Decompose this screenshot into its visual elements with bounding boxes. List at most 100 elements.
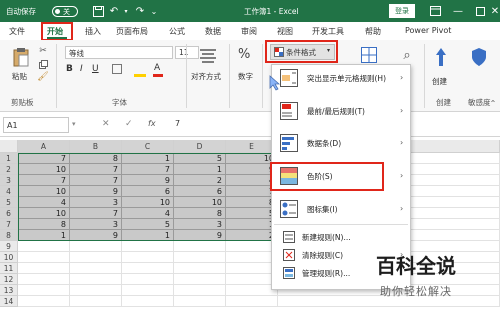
tab-page-layout[interactable]: 页面布局 [116, 26, 148, 37]
percent-icon[interactable]: % [238, 47, 250, 62]
cell[interactable] [226, 296, 278, 307]
cancel-icon[interactable]: ✕ [102, 119, 110, 129]
row-header[interactable]: 11 [0, 263, 18, 274]
cell[interactable] [70, 241, 122, 252]
row-header[interactable]: 1 [0, 153, 18, 164]
tab-data[interactable]: 数据 [205, 26, 221, 37]
menu-item-icon-sets[interactable]: 图标集(I) › [272, 197, 410, 220]
menu-item-top-bottom[interactable]: 最前/最后规则(T) › [272, 99, 410, 122]
row-header[interactable]: 3 [0, 175, 18, 186]
cell[interactable] [122, 285, 174, 296]
font-size-select[interactable]: 11 [175, 46, 199, 59]
cells-icon[interactable] [360, 46, 378, 64]
tab-power-pivot[interactable]: Power Pivot [405, 26, 451, 35]
row-header[interactable]: 7 [0, 219, 18, 230]
alignment-label[interactable]: 对齐方式 [191, 71, 221, 82]
cell[interactable] [122, 263, 174, 274]
alignment-icon[interactable] [198, 46, 218, 66]
manage-rules-icon [283, 267, 295, 279]
row-header[interactable]: 6 [0, 208, 18, 219]
row-header[interactable]: 2 [0, 164, 18, 175]
tab-insert[interactable]: 插入 [85, 26, 101, 37]
redo-icon[interactable]: ↷ [134, 5, 146, 17]
border-icon[interactable] [112, 64, 122, 74]
name-box[interactable]: A1 [3, 117, 69, 133]
name-box-dropdown-icon[interactable]: ▾ [72, 120, 76, 128]
tab-help[interactable]: 帮助 [365, 26, 381, 37]
function-icon[interactable]: fx [148, 119, 156, 128]
cell[interactable] [122, 241, 174, 252]
cell[interactable] [18, 252, 70, 263]
row-header[interactable]: 8 [0, 230, 18, 241]
cell[interactable] [18, 241, 70, 252]
login-button[interactable]: 登录 [389, 4, 415, 18]
minimize-icon[interactable]: — [452, 5, 464, 17]
collapse-ribbon-icon[interactable]: ⌃ [488, 98, 498, 108]
italic-icon[interactable]: I [80, 64, 83, 74]
row-header[interactable]: 9 [0, 241, 18, 252]
row-header[interactable]: 5 [0, 197, 18, 208]
column-header[interactable]: A [18, 140, 70, 153]
format-painter-icon[interactable]: 🖌 [37, 72, 48, 82]
cell[interactable] [18, 296, 70, 307]
create-icon[interactable] [432, 46, 450, 68]
tab-formulas[interactable]: 公式 [169, 26, 185, 37]
paste-icon[interactable] [12, 46, 30, 68]
tab-developer[interactable]: 开发工具 [312, 26, 344, 37]
number-label[interactable]: 数字 [238, 71, 253, 82]
bold-icon[interactable]: B [66, 64, 73, 74]
search-icon[interactable]: ⌕ [398, 46, 416, 64]
cell[interactable] [18, 274, 70, 285]
undo-icon[interactable]: ↶ [108, 5, 120, 17]
fill-color-icon[interactable] [134, 74, 146, 77]
tab-review[interactable]: 审阅 [241, 26, 257, 37]
maximize-icon[interactable] [474, 5, 486, 17]
tab-view[interactable]: 视图 [277, 26, 293, 37]
cell[interactable] [70, 274, 122, 285]
paste-label[interactable]: 粘贴 [12, 71, 27, 82]
cell[interactable] [18, 285, 70, 296]
cell[interactable] [70, 285, 122, 296]
select-all-corner[interactable] [0, 140, 18, 153]
formula-value[interactable]: 7 [175, 119, 180, 128]
row-header[interactable]: 4 [0, 186, 18, 197]
font-name-select[interactable]: 等线 [65, 46, 173, 59]
menu-item-data-bars[interactable]: 数据条(D) › [272, 131, 410, 154]
ribbon-display-icon[interactable] [429, 5, 441, 17]
cell[interactable] [174, 285, 226, 296]
enter-icon[interactable]: ✓ [125, 119, 133, 129]
underline-icon[interactable]: U [92, 64, 99, 74]
cut-icon[interactable]: ✂ [38, 46, 48, 56]
cell[interactable] [70, 252, 122, 263]
copy-icon[interactable] [38, 59, 48, 69]
row-header[interactable]: 10 [0, 252, 18, 263]
column-header[interactable]: B [70, 140, 122, 153]
row-header[interactable]: 12 [0, 274, 18, 285]
cell[interactable] [174, 296, 226, 307]
row-header[interactable]: 14 [0, 296, 18, 307]
row-header[interactable]: 13 [0, 285, 18, 296]
column-header[interactable]: D [174, 140, 226, 153]
cell[interactable] [122, 252, 174, 263]
cell[interactable] [122, 296, 174, 307]
cell[interactable] [70, 263, 122, 274]
create-label[interactable]: 创建 [432, 76, 447, 87]
undo-dropdown-icon[interactable]: ▾ [122, 5, 130, 17]
close-icon[interactable]: ✕ [490, 5, 500, 17]
tab-file[interactable]: 文件 [9, 26, 25, 37]
cell[interactable] [18, 263, 70, 274]
sensitivity-icon[interactable] [470, 46, 488, 68]
cell[interactable] [122, 274, 174, 285]
save-icon[interactable] [92, 5, 104, 17]
cell[interactable] [174, 274, 226, 285]
cell[interactable] [174, 241, 226, 252]
autosave-toggle[interactable]: 关 [52, 6, 78, 17]
menu-item-new-rule[interactable]: 新建规则(N)... [272, 229, 410, 245]
cell[interactable] [70, 296, 122, 307]
cell[interactable] [174, 263, 226, 274]
menu-item-highlight-cells[interactable]: 突出显示单元格规则(H) › [272, 66, 410, 89]
font-color-icon[interactable]: A [154, 63, 160, 73]
column-header[interactable]: C [122, 140, 174, 153]
cell[interactable] [174, 252, 226, 263]
customize-toolbar-icon[interactable]: ⌄ [149, 5, 159, 17]
